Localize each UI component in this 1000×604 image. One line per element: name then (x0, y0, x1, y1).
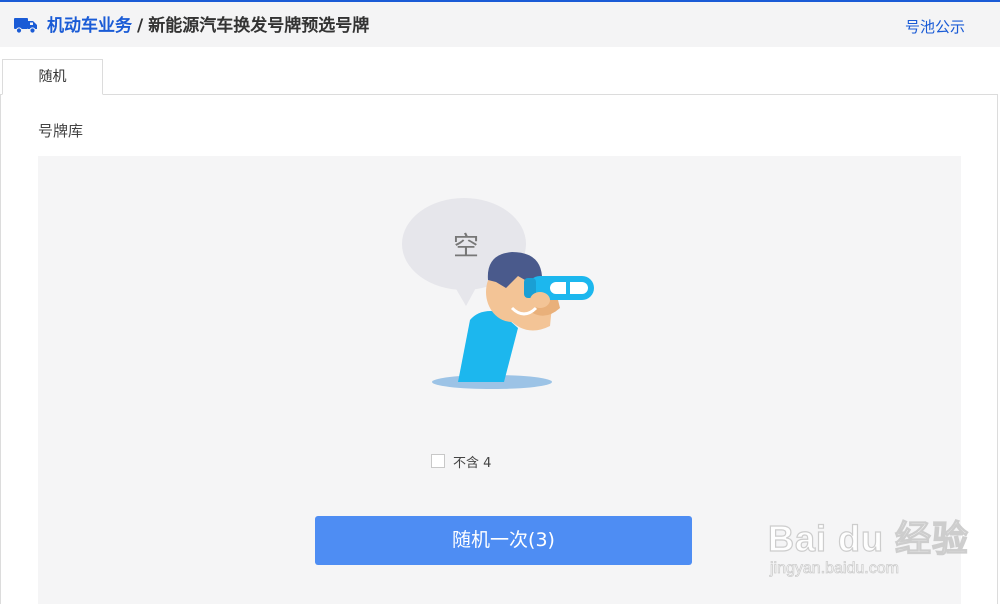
exclude-four-label: 不含 4 (453, 456, 492, 471)
exclude-four-option[interactable]: 不含 4 (431, 451, 492, 471)
breadcrumb-root[interactable]: 机动车业务 (47, 16, 132, 36)
tab-random[interactable]: 随机 (2, 59, 103, 95)
watermark-logo: Bai du 经验 (767, 517, 970, 559)
tab-bar: 随机 (0, 59, 1000, 95)
baidu-watermark: Bai du 经验 jingyan.baidu.com (764, 496, 968, 586)
truck-icon (14, 18, 37, 34)
empty-state-illustration (402, 198, 594, 389)
pool-announcement-link[interactable]: 号池公示 (905, 16, 965, 38)
section-title: 号牌库 (38, 122, 84, 140)
random-once-button[interactable]: 随机一次(3) (315, 516, 692, 565)
breadcrumb-separator: / (137, 16, 144, 36)
page-title: 新能源汽车换发号牌预选号牌 (148, 16, 370, 36)
breadcrumb: 机动车业务 / 新能源汽车换发号牌预选号牌 (47, 14, 369, 38)
watermark-url: jingyan.baidu.com (770, 560, 900, 578)
empty-bubble-text: 空 (453, 232, 480, 262)
page-header: 机动车业务 / 新能源汽车换发号牌预选号牌 号池公示 (0, 2, 1000, 47)
exclude-four-checkbox[interactable] (431, 453, 445, 468)
